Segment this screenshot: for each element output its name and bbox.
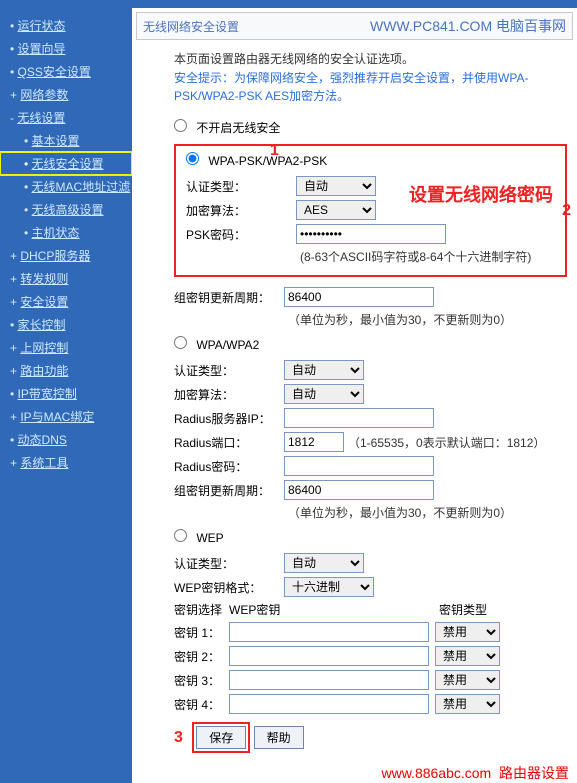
wep-key-2-input[interactable] [229,646,429,666]
wep-fmt-label: WEP密钥格式： [174,579,284,596]
radius-port-hint: （1-65535，0表示默认端口：1812） [348,434,545,451]
brand-text: WWW.PC841.COM 电脑百事网 [370,16,566,36]
radio-none-label: 不开启无线安全 [196,121,280,135]
radius-pw-input[interactable] [284,456,434,476]
nav-access[interactable]: + 上网控制 [0,336,132,359]
nav-ddns[interactable]: • 动态DNS [0,428,132,451]
security-tip: 安全提示：为保障网络安全，强烈推荐开启安全设置，并使用WPA-PSK/WPA2-… [174,69,567,105]
nav-wireless-basic[interactable]: • 基本设置 [0,129,132,152]
annotation-psk: 设置无线网络密码 [409,181,553,207]
radius-port-label: Radius端口： [174,434,284,451]
wpa-auth-select[interactable]: 自动 [284,360,364,380]
wep-col-type: 密钥类型 [439,601,519,618]
radio-wpapsk-label: WPA-PSK/WPA2-PSK [208,154,327,168]
footer: www.886abc.com 路由器设置 [132,763,577,783]
nav-system[interactable]: + 系统工具 [0,451,132,474]
radio-wpa-label: WPA/WPA2 [196,338,259,352]
nav-forward[interactable]: + 转发规则 [0,267,132,290]
nav-wireless-security[interactable]: • 无线安全设置 [0,152,132,175]
nav-ipmac[interactable]: + IP与MAC绑定 [0,405,132,428]
radius-ip-label: Radius服务器IP： [174,410,284,427]
wep-col-key: WEP密钥 [229,601,439,618]
nav-wireless[interactable]: - 无线设置 [0,106,132,129]
nav-wireless-adv[interactable]: • 无线高级设置 [0,198,132,221]
radio-wep[interactable] [174,529,187,542]
help-button[interactable]: 帮助 [254,726,304,749]
wep-auth-select[interactable]: 自动 [284,553,364,573]
radio-wpapsk[interactable] [186,152,199,165]
wep-key-row-3: 密钥 3： 禁用 [174,670,567,690]
intro-text: 本页面设置路由器无线网络的安全认证选项。 [174,50,567,67]
annotation-3: 3 [174,729,183,746]
nav-routing[interactable]: + 路由功能 [0,359,132,382]
wep-key-4-input[interactable] [229,694,429,714]
page-title: 无线网络安全设置 [143,18,239,35]
sidebar: • 运行状态 • 设置向导 • QSS安全设置 + 网络参数 - 无线设置 • … [0,8,132,783]
wpa-auth-label: 认证类型： [174,362,284,379]
psk-hint: (8-63个ASCII码字符或8-64个十六进制字符) [300,248,531,265]
wpa-gk-hint: （单位为秒，最小值为30，不更新则为0） [288,504,512,521]
psk-input[interactable] [296,224,446,244]
nav-bandwidth[interactable]: • IP带宽控制 [0,382,132,405]
nav-parental[interactable]: • 家长控制 [0,313,132,336]
wpa-gk-label: 组密钥更新周期： [174,482,284,499]
groupkey-hint: （单位为秒，最小值为30，不更新则为0） [288,311,512,328]
wpa-enc-label: 加密算法： [174,386,284,403]
radius-port-input[interactable] [284,432,344,452]
wep-key-row-1: 密钥 1： 禁用 [174,622,567,642]
radio-wep-label: WEP [196,531,223,545]
wep-key-3-type[interactable]: 禁用 [435,670,500,690]
nav-dhcp[interactable]: + DHCP服务器 [0,244,132,267]
wep-key-1-input[interactable] [229,622,429,642]
wep-auth-label: 认证类型： [174,555,284,572]
wep-key-3-input[interactable] [229,670,429,690]
wep-col-select: 密钥选择 [174,601,229,618]
nav-qss[interactable]: • QSS安全设置 [0,60,132,83]
wep-key-2-type[interactable]: 禁用 [435,646,500,666]
wpa-psk-section: 设置无线网络密码 WPA-PSK/WPA2-PSK 认证类型： 自动 加密算法：… [174,144,567,277]
option-none[interactable]: 不开启无线安全 [174,119,567,136]
wep-key-table: 密钥 1： 禁用 密钥 2： 禁用 密钥 3： 禁用 [174,622,567,714]
groupkey-label: 组密钥更新周期： [174,289,284,306]
radio-wpa[interactable] [174,336,187,349]
enc-alg-select[interactable]: AES [296,200,376,220]
nav-setup-wizard[interactable]: • 设置向导 [0,37,132,60]
main-panel: 1 2 无线网络安全设置 WWW.PC841.COM 电脑百事网 本页面设置路由… [132,8,577,783]
wep-fmt-select[interactable]: 十六进制 [284,577,374,597]
radius-ip-input[interactable] [284,408,434,428]
auth-type-label: 认证类型： [186,178,296,195]
radio-none[interactable] [174,119,187,132]
wpa-enc-select[interactable]: 自动 [284,384,364,404]
save-button[interactable]: 保存 [196,726,246,749]
wep-key-row-4: 密钥 4： 禁用 [174,694,567,714]
nav-security[interactable]: + 安全设置 [0,290,132,313]
page-header: 无线网络安全设置 WWW.PC841.COM 电脑百事网 [136,12,573,40]
nav-running-status[interactable]: • 运行状态 [0,14,132,37]
wep-key-row-2: 密钥 2： 禁用 [174,646,567,666]
radius-pw-label: Radius密码： [174,458,284,475]
wep-key-1-type[interactable]: 禁用 [435,622,500,642]
groupkey-input[interactable] [284,287,434,307]
wpa-gk-input[interactable] [284,480,434,500]
psk-label: PSK密码： [186,226,296,243]
nav-network[interactable]: + 网络参数 [0,83,132,106]
wep-key-4-type[interactable]: 禁用 [435,694,500,714]
nav-wireless-mac[interactable]: • 无线MAC地址过滤 [0,175,132,198]
nav-wireless-host[interactable]: • 主机状态 [0,221,132,244]
auth-type-select[interactable]: 自动 [296,176,376,196]
enc-alg-label: 加密算法： [186,202,296,219]
